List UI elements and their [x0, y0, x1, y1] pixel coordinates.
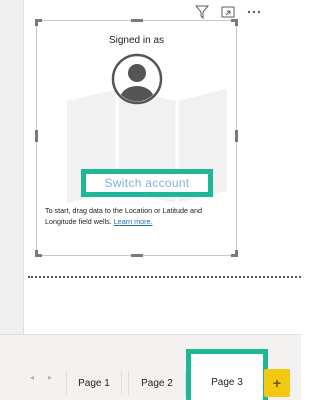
- tab-label: Page 2: [141, 377, 173, 389]
- switch-account-link[interactable]: Switch account: [105, 176, 190, 190]
- resize-handle[interactable]: [35, 19, 38, 26]
- plus-icon: +: [272, 375, 282, 391]
- tab-page-2[interactable]: Page 2: [128, 371, 186, 395]
- tab-page-1[interactable]: Page 1: [66, 371, 122, 395]
- next-page-arrow-icon[interactable]: ▸: [48, 373, 52, 382]
- tab-label: Page 3: [211, 377, 243, 388]
- instructions-text: To start, drag data to the Location or L…: [45, 205, 229, 227]
- resize-handle[interactable]: [35, 250, 38, 257]
- resize-handle[interactable]: [235, 19, 238, 26]
- page-boundary-divider: [28, 276, 301, 278]
- map-visual[interactable]: Signed in as Switch account To start, dr…: [35, 19, 238, 257]
- resize-handle[interactable]: [131, 254, 143, 257]
- signed-in-label: Signed in as: [108, 35, 165, 46]
- switch-account-highlight: Switch account: [81, 169, 213, 197]
- learn-more-link[interactable]: Learn more.: [114, 217, 153, 226]
- focus-mode-icon[interactable]: [220, 4, 236, 20]
- more-options-icon[interactable]: [246, 4, 262, 20]
- filter-icon[interactable]: [194, 4, 210, 20]
- tab-label: Page 1: [78, 377, 110, 389]
- resize-handle[interactable]: [35, 130, 38, 142]
- previous-page-arrow-icon[interactable]: ◂: [30, 373, 34, 382]
- left-side-panel: [0, 0, 24, 334]
- add-page-button[interactable]: +: [264, 369, 290, 397]
- visual-header: [194, 4, 262, 20]
- resize-handle[interactable]: [131, 19, 143, 22]
- tab-page-3[interactable]: Page 3: [186, 349, 268, 400]
- user-avatar-icon: [111, 53, 163, 105]
- page-tabs-bar: ◂ ▸ Page 1 Page 2 Page 3 +: [0, 334, 301, 400]
- resize-handle[interactable]: [235, 250, 238, 257]
